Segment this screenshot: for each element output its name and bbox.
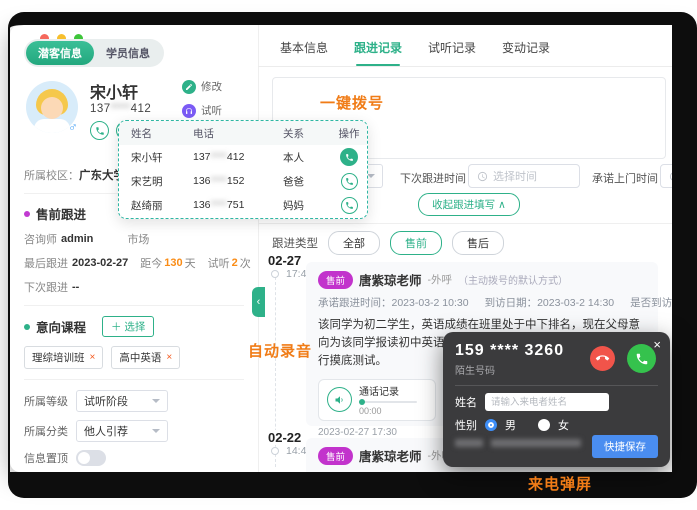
contact-row: 宋艺明 136****152 爸爸 xyxy=(119,169,367,193)
clock-icon xyxy=(669,171,680,182)
dial-button[interactable] xyxy=(90,121,109,140)
filter-all-pill[interactable]: 全部 xyxy=(328,231,380,255)
category-select[interactable]: 他人引荐 xyxy=(76,420,168,442)
phone-down-icon xyxy=(593,349,611,367)
speaker-icon[interactable] xyxy=(327,387,352,413)
clock-icon xyxy=(477,171,488,182)
pencil-icon xyxy=(182,79,196,94)
phone-icon xyxy=(635,352,649,366)
collapse-panel-handle[interactable]: ‹ xyxy=(252,287,265,317)
contact-row: 宋小轩 137****412 本人 xyxy=(119,145,367,169)
days-since-value: 130 xyxy=(164,257,183,269)
intent-course-title: 意向课程 ＋ 选择 xyxy=(24,316,258,337)
visited-toggle-row: 是否到访 xyxy=(630,295,690,311)
col-name: 姓名 xyxy=(131,127,152,140)
contacts-popup: 姓名 电话 关系 操作 宋小轩 137****412 本人 宋艺明 136***… xyxy=(118,120,368,219)
male-label: 男 xyxy=(505,420,516,432)
teacher-name: 唐紫琼老师 xyxy=(359,450,422,464)
next-follow-time-input[interactable]: 选择时间 xyxy=(468,164,580,188)
chevron-down-icon xyxy=(367,174,375,178)
pin-info-toggle[interactable] xyxy=(76,450,106,466)
incoming-call-popup: × 159 **** 3260 陌生号码 姓名 性别 男 女 快捷保存 xyxy=(443,332,670,467)
timeline-marker-icon xyxy=(271,270,279,278)
annotation-one-click-dial: 一键拨号 xyxy=(320,95,385,112)
customer-phone: 137****412 xyxy=(90,103,152,115)
contact-row: 赵绮丽 136****751 妈妈 xyxy=(119,193,367,217)
male-radio[interactable] xyxy=(485,419,497,431)
chevron-up-icon: ∧ xyxy=(498,198,506,211)
remove-tag-icon[interactable]: × xyxy=(166,352,172,363)
trial-count-value: 2 xyxy=(231,257,238,269)
teacher-name: 唐紫琼老师 xyxy=(359,274,422,288)
course-tag[interactable]: 高中英语 × xyxy=(111,346,181,369)
tab-trial-records[interactable]: 试听记录 xyxy=(428,39,476,66)
market-label: 市场 xyxy=(127,234,150,246)
col-action: 操作 xyxy=(338,127,360,140)
col-phone: 电话 xyxy=(193,127,214,140)
presale-tag: 售前 xyxy=(318,270,354,289)
annotation-auto-record: 自动录音 xyxy=(248,343,313,360)
masked-digits: **** xyxy=(110,103,131,115)
call-recording-player[interactable]: 通话记录 00:00 xyxy=(318,378,436,421)
call-contact-button[interactable] xyxy=(340,196,358,214)
blurred-field xyxy=(455,439,483,447)
female-label: 女 xyxy=(558,420,569,432)
customer-info-panel: 潜客信息 学员信息 ♂ 宋小轩 137****412 修改 试听 所属校区： 售… xyxy=(10,25,258,472)
record-tab-bar: 基本信息 跟进记录 试听记录 变动记录 xyxy=(258,39,690,67)
name-label: 姓名 xyxy=(455,397,477,409)
promise-time: 承诺跟进时间：2023-03-2 10:30 xyxy=(318,297,469,310)
level-select[interactable]: 试听阶段 xyxy=(76,390,168,412)
call-contact-button[interactable] xyxy=(340,148,358,166)
collapse-follow-form-button[interactable]: 收起跟进填写 ∧ xyxy=(418,193,520,216)
customer-name: 宋小轩 xyxy=(90,85,139,102)
filter-presale-pill[interactable]: 售前 xyxy=(390,231,442,255)
presale-tag: 售前 xyxy=(318,446,354,465)
screenshot-stage: 潜客信息 学员信息 ♂ 宋小轩 137****412 修改 试听 所属校区： 售… xyxy=(0,0,697,510)
col-relation: 关系 xyxy=(283,127,304,140)
timeline-date: 02-22 xyxy=(268,430,302,445)
call-contact-button[interactable] xyxy=(340,172,358,190)
timeline-date: 02-27 xyxy=(268,253,302,268)
gender-label: 性别 xyxy=(455,420,477,432)
visit-date: 到访日期：2023-03-2 14:30 xyxy=(484,297,615,310)
quick-save-button[interactable]: 快捷保存 xyxy=(592,435,658,458)
filter-label: 跟进类型 xyxy=(272,238,318,250)
female-radio[interactable] xyxy=(538,419,550,431)
chevron-down-icon xyxy=(152,429,160,433)
follow-type-filter: 跟进类型 全部 售前 售后 xyxy=(272,231,504,255)
next-follow-time-label: 下次跟进时间 xyxy=(400,173,466,185)
tab-prospect-info[interactable]: 潜客信息 xyxy=(26,41,94,65)
next-follow-time: 下次跟进时间：2023-02-27 17:00 xyxy=(318,471,474,472)
purple-bullet-icon xyxy=(24,210,30,217)
panel-divider xyxy=(258,25,259,472)
tab-follow-up-records[interactable]: 跟进记录 xyxy=(354,39,402,66)
visited-toggle[interactable] xyxy=(680,296,690,311)
headset-icon xyxy=(182,103,196,118)
annotation-call-screen-pop: 来电弹屏 xyxy=(528,476,593,493)
add-course-button[interactable]: ＋ 选择 xyxy=(102,316,155,337)
male-gender-icon: ♂ xyxy=(68,119,78,134)
left-tab-bar: 潜客信息 学员信息 xyxy=(24,39,164,67)
blurred-field xyxy=(491,439,581,447)
tab-basic-info[interactable]: 基本信息 xyxy=(280,39,328,66)
green-bullet-icon xyxy=(24,323,30,330)
promised-visit-time-input[interactable]: 选择时间 xyxy=(660,164,690,188)
tab-change-records[interactable]: 变动记录 xyxy=(502,39,550,66)
course-tag[interactable]: 理综培训班 × xyxy=(24,346,104,369)
edit-action[interactable]: 修改 xyxy=(182,79,222,94)
audio-progress-bar[interactable] xyxy=(359,399,417,406)
hang-up-button[interactable] xyxy=(590,346,615,371)
trial-action[interactable]: 试听 xyxy=(182,103,222,118)
remove-tag-icon[interactable]: × xyxy=(90,352,96,363)
answer-call-button[interactable] xyxy=(627,344,656,373)
chevron-down-icon xyxy=(152,399,160,403)
timeline-marker-icon xyxy=(271,447,279,455)
tab-student-info[interactable]: 学员信息 xyxy=(94,41,162,65)
filter-aftersale-pill[interactable]: 售后 xyxy=(452,231,504,255)
caller-name-input[interactable] xyxy=(485,393,609,411)
promised-visit-time-label: 承诺上门时间 xyxy=(592,173,658,185)
